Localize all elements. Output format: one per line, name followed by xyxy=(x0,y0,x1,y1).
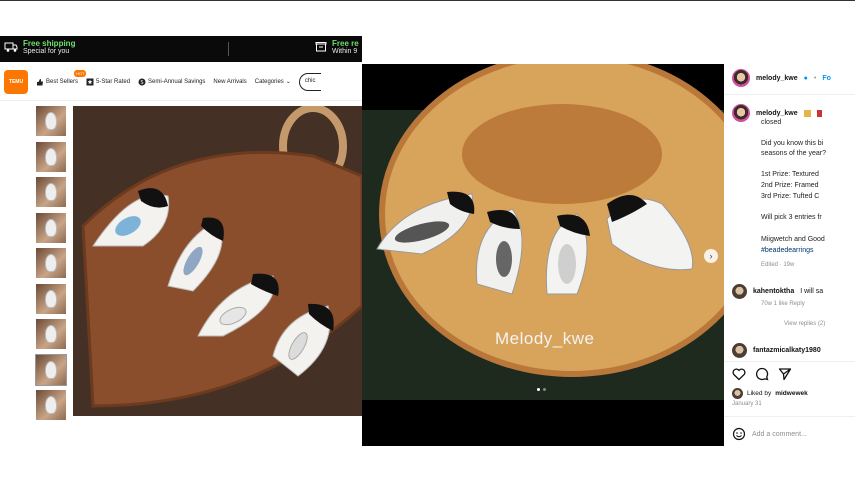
add-comment-row: Add a comment... xyxy=(732,427,807,441)
thumbnail[interactable] xyxy=(36,106,66,136)
caption-line: Miigwetch and Good xyxy=(761,236,825,243)
post-date: January 31 xyxy=(732,401,762,407)
return-box-icon xyxy=(315,42,327,52)
likes-row: Liked by midwewek xyxy=(732,388,808,399)
thumbnail-strip xyxy=(35,106,68,426)
emoji-icon xyxy=(816,109,822,117)
avatar[interactable] xyxy=(732,104,750,122)
semi-annual-label: Semi-Annual Savings xyxy=(148,78,206,85)
post-header: melody_kwe ● • Fo xyxy=(732,69,831,87)
thumbnail[interactable] xyxy=(36,212,66,243)
main-product-image[interactable] xyxy=(73,106,362,416)
promo-divider xyxy=(228,42,229,56)
thumbnail[interactable] xyxy=(36,283,66,314)
comment: fantazmicalkaty1980 xyxy=(732,343,821,358)
star-badge-icon xyxy=(86,78,94,85)
returns-subtitle: Within 9 xyxy=(332,48,358,55)
nav-five-star[interactable]: 5-Star Rated xyxy=(86,78,130,86)
truck-icon xyxy=(4,42,18,52)
comment-username[interactable]: kahentoktha xyxy=(753,288,794,295)
savings-icon: S xyxy=(138,78,146,86)
promo-banner: Free shipping Special for you Free re Wi… xyxy=(0,36,362,62)
add-comment-input[interactable]: Add a comment... xyxy=(752,431,807,438)
returns-title: Free re xyxy=(332,39,359,48)
nav-categories[interactable]: Categories ⌄ xyxy=(254,78,291,86)
liked-by-label: Liked by xyxy=(747,390,772,397)
free-shipping-promo[interactable]: Free shipping Special for you xyxy=(4,39,75,55)
shipping-subtitle: Special for you xyxy=(23,48,70,55)
temu-product-page: Free shipping Special for you Free re Wi… xyxy=(0,36,362,446)
follow-button[interactable]: Fo xyxy=(822,75,831,82)
search-input[interactable]: chic xyxy=(298,72,321,91)
instagram-side-panel: melody_kwe ● • Fo melody_kwe closed Did … xyxy=(724,64,855,446)
caption-prize: 1st Prize: Textured xyxy=(761,171,819,178)
caption-status: closed xyxy=(761,119,782,126)
emoji-icon[interactable] xyxy=(732,427,746,441)
avatar[interactable] xyxy=(732,284,747,299)
view-replies-link[interactable]: View replies (2) xyxy=(784,321,825,327)
thumbs-up-icon xyxy=(37,78,43,85)
top-border xyxy=(0,0,855,1)
caption-line: seasons of the year? xyxy=(761,150,826,157)
divider xyxy=(724,416,855,417)
hashtag-link[interactable]: #beadedearrings xyxy=(761,247,814,254)
photo-watermark: Melody_kwe xyxy=(495,329,595,348)
caption-line: Did you know this bi xyxy=(761,140,824,147)
comment-username[interactable]: fantazmicalkaty1980 xyxy=(753,347,821,354)
heart-icon[interactable] xyxy=(732,367,746,381)
avatar[interactable] xyxy=(732,69,750,87)
caption-username[interactable]: melody_kwe xyxy=(756,110,798,117)
nav-best-sellers[interactable]: Best Sellers HOT xyxy=(36,69,87,86)
thumbnail[interactable] xyxy=(36,248,66,278)
comment-text: I will sa xyxy=(800,288,824,295)
shipping-title: Free shipping xyxy=(23,39,76,48)
carousel-dot-active xyxy=(537,388,540,391)
carousel-dot xyxy=(543,388,546,391)
thumbnail[interactable] xyxy=(36,177,66,207)
divider xyxy=(724,94,855,95)
header-username[interactable]: melody_kwe xyxy=(756,75,798,82)
caption-meta: Edited · 19w xyxy=(761,262,795,268)
liked-by-user[interactable]: midwewek xyxy=(775,390,808,397)
new-arrivals-label: New Arrivals xyxy=(213,78,247,85)
main-nav: TEMU Best Sellers HOT 5-Star Rated S Sem… xyxy=(0,63,362,101)
action-bar xyxy=(732,367,792,381)
comment: kahentoktha I will sa xyxy=(732,284,823,299)
divider xyxy=(724,361,855,362)
caption-line: Will pick 3 entries fr xyxy=(761,214,822,221)
caption-prize: 3rd Prize: Tufted C xyxy=(761,193,820,200)
categories-label: Categories xyxy=(254,78,284,85)
avatar xyxy=(732,388,743,399)
temu-logo[interactable]: TEMU xyxy=(4,69,28,94)
caption-prize: 2nd Prize: Framed xyxy=(761,182,819,189)
avatar[interactable] xyxy=(732,343,747,358)
chevron-down-icon: ⌄ xyxy=(285,79,291,85)
thumbnail-selected[interactable] xyxy=(35,353,67,386)
verified-icon: ● xyxy=(803,74,808,82)
header-separator: • xyxy=(813,74,817,82)
thumbnail[interactable] xyxy=(36,390,66,420)
carousel-dots xyxy=(537,388,546,391)
comment-icon[interactable] xyxy=(755,367,769,381)
share-icon[interactable] xyxy=(778,367,792,381)
five-star-label: 5-Star Rated xyxy=(96,78,131,85)
thumbnail[interactable] xyxy=(36,319,66,349)
emoji-icon xyxy=(803,109,811,117)
carousel-next-button[interactable]: › xyxy=(704,249,718,263)
svg-text:S: S xyxy=(140,80,143,86)
hot-badge: HOT xyxy=(74,69,87,77)
nav-new-arrivals[interactable]: New Arrivals xyxy=(213,79,246,85)
free-returns-promo[interactable]: Free re Within 9 xyxy=(315,39,359,55)
nav-semi-annual[interactable]: S Semi-Annual Savings xyxy=(138,78,205,86)
comment-meta[interactable]: 70w 1 like Reply xyxy=(761,301,805,307)
earrings-photo xyxy=(73,106,362,416)
best-sellers-label: Best Sellers xyxy=(46,78,79,85)
thumbnail[interactable] xyxy=(36,141,66,172)
